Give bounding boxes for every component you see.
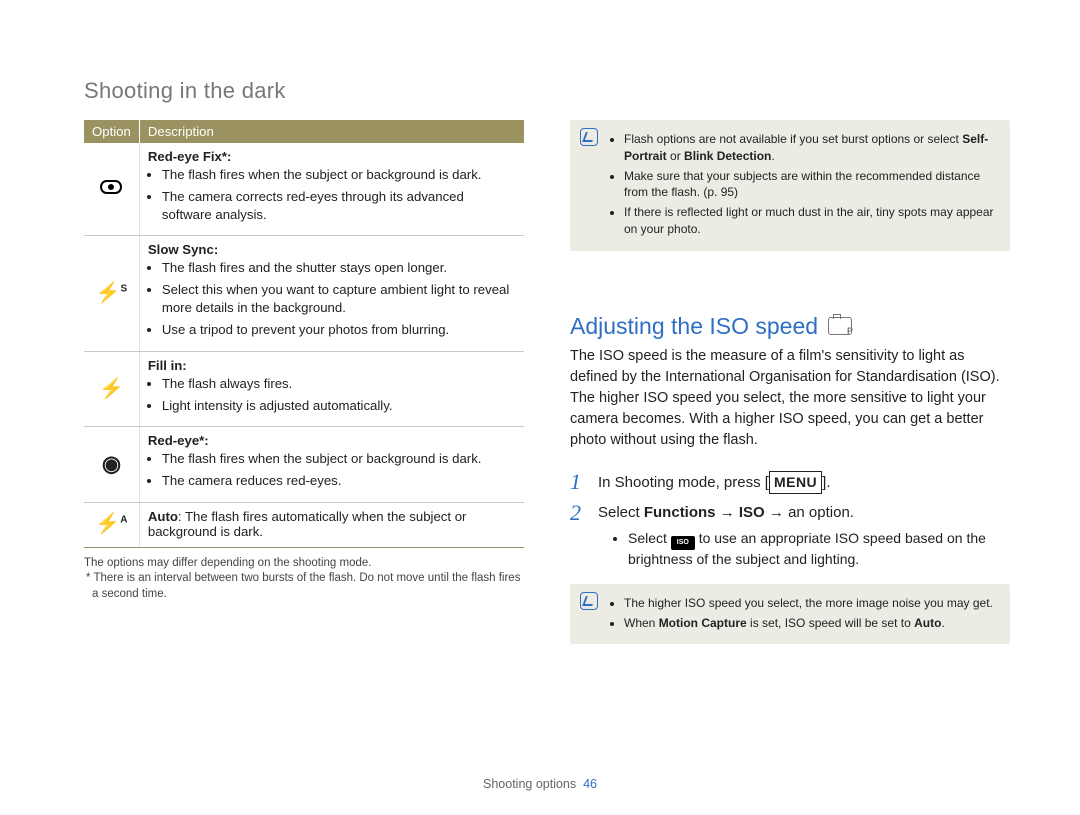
option-bullet: Light intensity is adjusted automaticall… — [162, 397, 516, 415]
th-description: Description — [139, 120, 524, 143]
section-heading: Adjusting the ISO speed — [570, 313, 1010, 340]
footnote-line: The options may differ depending on the … — [84, 556, 524, 572]
option-title: Slow Sync: — [148, 242, 218, 257]
footer-label: Shooting options — [483, 777, 576, 791]
note-icon — [580, 128, 598, 146]
note-box: The higher ISO speed you select, the mor… — [570, 584, 1010, 645]
steps-list: 1 In Shooting mode, press [MENU]. 2 Sele… — [570, 471, 1010, 570]
note-icon — [580, 592, 598, 610]
table-row: ⚡S Slow Sync: The flash fires and the sh… — [84, 236, 524, 351]
th-option: Option — [84, 120, 139, 143]
note-bullet: The higher ISO speed you select, the mor… — [624, 595, 998, 612]
page-title: Shooting in the dark — [84, 78, 1010, 104]
option-bullet: The flash fires when the subject or back… — [162, 450, 516, 468]
right-column: Flash options are not available if you s… — [570, 120, 1010, 644]
step-number: 2 — [570, 502, 590, 524]
menu-button-label: MENU — [769, 471, 822, 494]
footnotes: The options may differ depending on the … — [84, 556, 524, 603]
step-number: 1 — [570, 471, 590, 493]
fill-in-icon: ⚡ — [99, 376, 124, 401]
note-box: Flash options are not available if you s… — [570, 120, 1010, 251]
iso-auto-icon — [671, 536, 695, 550]
two-column-layout: Option Description Red-eye Fix*: The fla… — [84, 120, 1010, 644]
page-number: 46 — [583, 777, 597, 791]
red-eye-fix-icon — [100, 180, 122, 194]
option-bullet: Select this when you want to capture amb… — [162, 281, 516, 317]
option-bullet: The flash always fires. — [162, 375, 516, 393]
footnote-line: * There is an interval between two burst… — [84, 571, 524, 602]
option-title: Red-eye Fix*: — [148, 149, 232, 164]
option-bullet: The camera corrects red-eyes through its… — [162, 188, 516, 224]
step-sub-bullet: Select to use an appropriate ISO speed b… — [628, 529, 1010, 570]
step: 2 Select Functions → ISO → an option. Se… — [570, 502, 1010, 569]
option-title: Fill in: — [148, 358, 187, 373]
option-inline: : The flash fires automatically when the… — [148, 509, 467, 539]
slow-sync-icon: ⚡S — [96, 280, 128, 305]
manual-page: Shooting in the dark Option Description … — [0, 0, 1080, 815]
section-body: The ISO speed is the measure of a film's… — [570, 346, 1010, 451]
option-bullet: Use a tripod to prevent your photos from… — [162, 321, 516, 339]
camera-mode-icon — [828, 317, 852, 335]
option-bullet: The flash fires when the subject or back… — [162, 166, 516, 184]
step: 1 In Shooting mode, press [MENU]. — [570, 471, 1010, 495]
table-row: ◉ Red-eye*: The flash fires when the sub… — [84, 427, 524, 503]
red-eye-icon: ◉ — [102, 453, 121, 475]
page-footer: Shooting options 46 — [0, 777, 1080, 791]
table-row: Red-eye Fix*: The flash fires when the s… — [84, 143, 524, 236]
option-bullet: The camera reduces red-eyes. — [162, 472, 516, 490]
note-bullet: If there is reflected light or much dust… — [624, 204, 998, 238]
table-row: ⚡ Fill in: The flash always fires. Light… — [84, 351, 524, 427]
note-bullet: Flash options are not available if you s… — [624, 131, 998, 165]
note-bullet: When Motion Capture is set, ISO speed wi… — [624, 615, 998, 632]
option-title: Red-eye*: — [148, 433, 209, 448]
note-bullet: Make sure that your subjects are within … — [624, 168, 998, 202]
left-column: Option Description Red-eye Fix*: The fla… — [84, 120, 524, 644]
option-title: Auto — [148, 509, 178, 524]
table-row: ⚡A Auto: The flash fires automatically w… — [84, 502, 524, 547]
auto-flash-icon: ⚡A — [95, 511, 127, 536]
flash-options-table: Option Description Red-eye Fix*: The fla… — [84, 120, 524, 548]
option-bullet: The flash fires and the shutter stays op… — [162, 259, 516, 277]
